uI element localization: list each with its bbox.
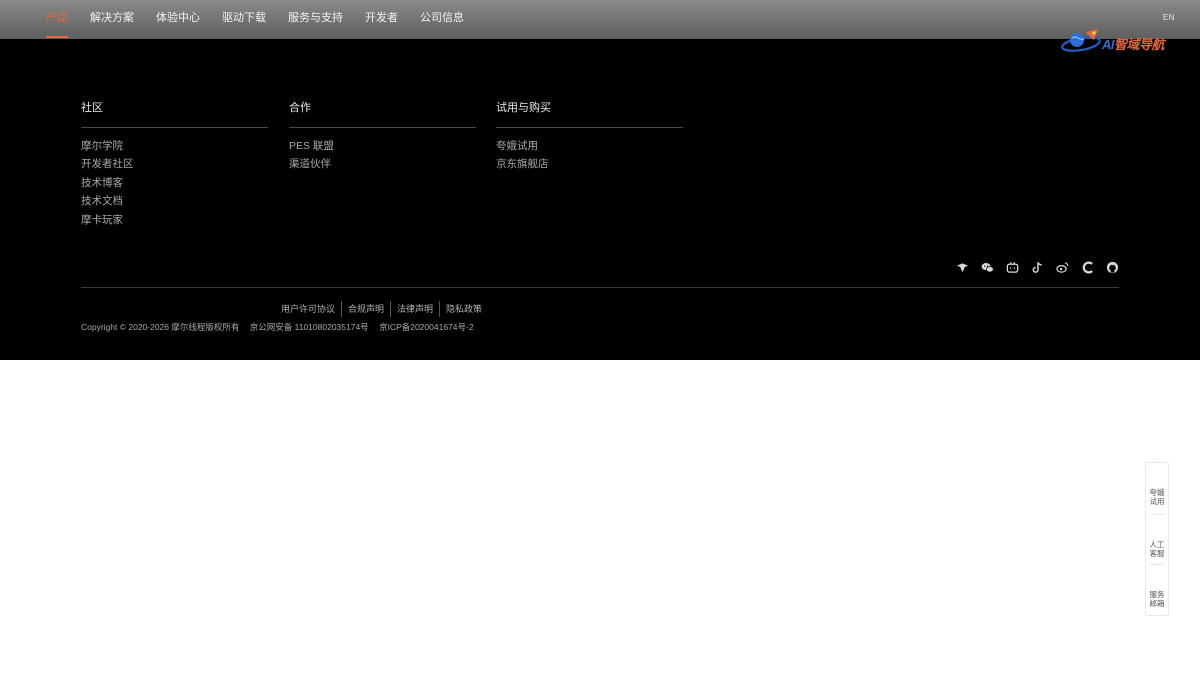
footer-link-pes-alliance[interactable]: PES 联盟 [289,139,476,157]
nav-item-developers[interactable]: 开发者 [365,0,398,39]
footer-link-channel-partners[interactable]: 渠道伙伴 [289,157,476,175]
bilibili-icon[interactable] [1006,261,1019,274]
legal-link-privacy-policy[interactable]: 隐私政策 [439,301,488,317]
footer-column-title: 社区 [81,101,268,128]
tiktok-icon[interactable] [1031,261,1044,274]
top-navigation-bar: 产品 解决方案 体验中心 驱动下载 服务与支持 开发者 公司信息 EN [0,0,1200,39]
footer-column-community: 社区 摩尔学院 开发者社区 技术博客 技术文档 摩卡玩家 [81,101,268,231]
float-service-mail-button[interactable]: 服务 邮箱 [1146,590,1168,608]
footer-link-kuae-trial[interactable]: 夸娥试用 [496,139,683,157]
footer-column-partners: 合作 PES 联盟 渠道伙伴 [289,101,476,176]
police-beian-link[interactable]: 京公网安备 11010802035174号 [250,322,369,332]
nav-item-products[interactable]: 产品 [46,0,68,39]
weibo-icon[interactable] [1056,261,1069,274]
footer-divider [81,287,1119,288]
footer-link-moka-players[interactable]: 摩卡玩家 [81,213,268,231]
float-trial-button[interactable]: 夸娥 试用 [1146,488,1168,506]
nav-item-company-info[interactable]: 公司信息 [420,0,464,39]
footer-link-developer-community[interactable]: 开发者社区 [81,157,268,175]
footer-column-title: 合作 [289,101,476,128]
footer-column-trial-purchase: 试用与购买 夸娥试用 京东旗舰店 [496,101,683,176]
nav-item-solutions[interactable]: 解决方案 [90,0,134,39]
footer-link-moore-academy[interactable]: 摩尔学院 [81,139,268,157]
floating-service-bar: 夸娥 试用 人工 客服 服务 邮箱 [1145,462,1169,616]
nav-item-service-support[interactable]: 服务与支持 [288,0,343,39]
float-customer-service-button[interactable]: 人工 客服 [1146,540,1168,558]
nav-item-driver-download[interactable]: 驱动下载 [222,0,266,39]
icp-beian-link[interactable]: 京ICP备2020041674号-2 [379,322,474,332]
copyright-text: Copyright © 2020-2026 摩尔线程版权所有 [81,322,240,332]
float-divider [1150,564,1164,565]
github-icon[interactable] [1106,261,1119,274]
main-nav: 产品 解决方案 体验中心 驱动下载 服务与支持 开发者 公司信息 [46,0,486,39]
legal-links: 用户许可协议 合规声明 法律声明 隐私政策 [281,301,488,317]
legal-link-compliance[interactable]: 合规声明 [341,301,390,317]
copyright-line: Copyright © 2020-2026 摩尔线程版权所有 京公网安备 110… [81,321,482,333]
social-links [944,261,1119,274]
logo-wordmark: AI智域导航 [1102,37,1165,52]
watermark-logo: AI智域导航 [1060,28,1182,54]
language-switch[interactable]: EN [1163,13,1175,22]
cloud-logo-icon[interactable] [956,261,969,274]
nav-item-experience-center[interactable]: 体验中心 [156,0,200,39]
wechat-icon[interactable] [981,261,994,274]
legal-link-legal-notice[interactable]: 法律声明 [390,301,439,317]
site-footer: 社区 摩尔学院 开发者社区 技术博客 技术文档 摩卡玩家 合作 PES 联盟 渠… [0,39,1200,360]
csdn-icon[interactable] [1081,261,1094,274]
footer-link-tech-blog[interactable]: 技术博客 [81,176,268,194]
globe-rocket-icon [1061,29,1101,52]
float-divider [1150,514,1164,515]
legal-link-user-license[interactable]: 用户许可协议 [281,301,341,317]
footer-link-jd-store[interactable]: 京东旗舰店 [496,157,683,175]
footer-column-title: 试用与购买 [496,101,683,128]
footer-link-tech-docs[interactable]: 技术文档 [81,194,268,212]
